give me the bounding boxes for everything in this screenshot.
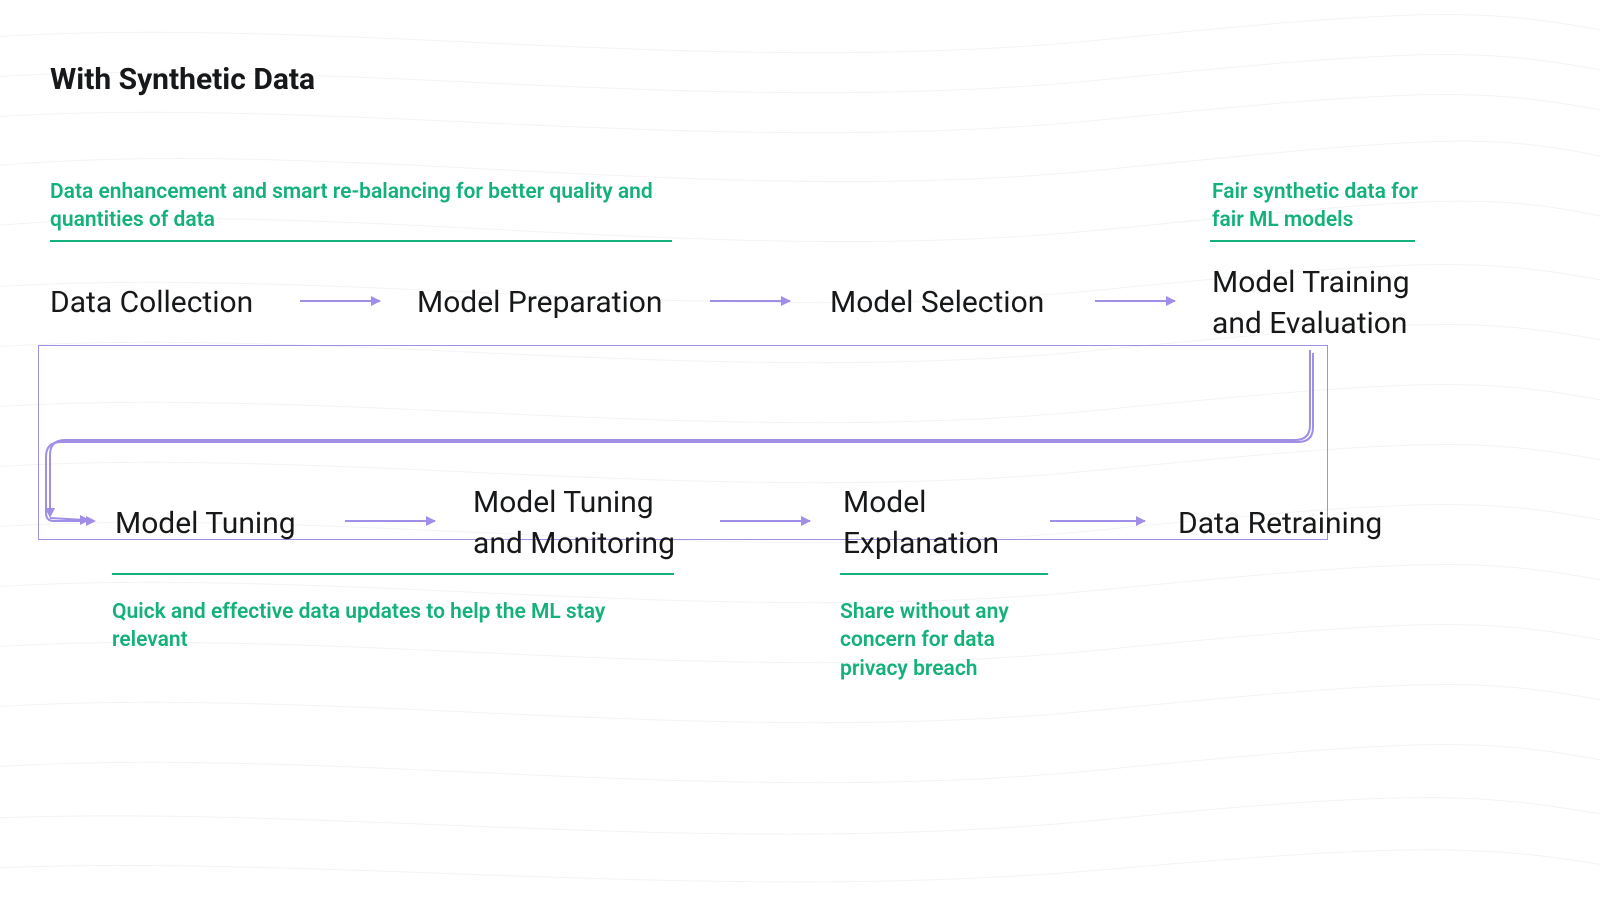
arrow-2-3 (710, 300, 790, 302)
annotation-underline-3 (112, 573, 674, 575)
annotation-share-privacy: Share without any concern for data priva… (840, 598, 1040, 683)
connector-main (38, 345, 1330, 537)
diagram-title: With Synthetic Data (50, 62, 315, 97)
annotation-underline-4 (840, 573, 1048, 575)
stage-data-collection: Data Collection (50, 283, 253, 324)
arrow-1-2 (300, 300, 380, 302)
stage-model-preparation: Model Preparation (417, 283, 662, 324)
annotation-fair-synthetic: Fair synthetic data for fair ML models (1212, 178, 1422, 235)
stage-model-selection: Model Selection (830, 283, 1044, 324)
annotation-data-enhancement: Data enhancement and smart re-balancing … (50, 178, 670, 235)
arrow-3-4 (1095, 300, 1175, 302)
annotation-quick-updates: Quick and effective data updates to help… (112, 598, 652, 655)
annotation-underline-1 (50, 240, 672, 242)
annotation-underline-2 (1210, 240, 1415, 242)
stage-model-training-evaluation: Model Training and Evaluation (1212, 263, 1410, 344)
